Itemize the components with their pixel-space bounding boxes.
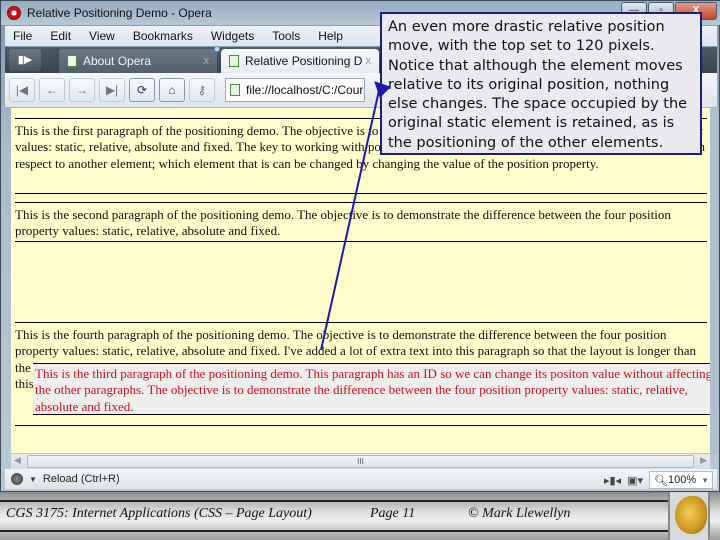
scroll-thumb[interactable]: III (27, 455, 694, 468)
opera-logo-icon (7, 6, 21, 20)
status-controls: ▸▮◂ ▣▾ 🔍︎ 100% ▼ (604, 471, 713, 489)
menu-file[interactable]: File (13, 29, 32, 43)
annotation-callout: An even more drastic relative position m… (380, 12, 702, 155)
menu-view[interactable]: View (89, 29, 115, 43)
reload-button[interactable]: ⟳ (129, 78, 155, 102)
pegasus-logo-icon (675, 496, 707, 534)
scroll-right-icon[interactable]: ▶ (700, 455, 707, 466)
page-content: This is the first paragraph of the posit… (11, 108, 710, 454)
vertical-scrollbar-edge[interactable] (710, 108, 718, 454)
footer-rule (0, 530, 668, 532)
address-bar[interactable]: file://localhost/C:/Courses/ (225, 78, 365, 102)
tab-label: Relative Positioning De... (245, 54, 362, 68)
menu-bookmarks[interactable]: Bookmarks (133, 29, 193, 43)
paragraph-third-relative: This is the third paragraph of the posit… (33, 363, 710, 415)
tab-close-icon[interactable]: x (366, 55, 372, 67)
course-title: CGS 3175: Internet Applications (CSS – P… (6, 506, 312, 521)
menu-widgets[interactable]: Widgets (211, 29, 254, 43)
tab-relative-positioning[interactable]: Relative Positioning De... x (221, 49, 379, 73)
status-bar: ▼ Reload (Ctrl+R) ▸▮◂ ▣▾ 🔍︎ 100% ▼ (5, 469, 717, 489)
page-icon (67, 55, 77, 67)
tab-indicator-dot (214, 46, 220, 52)
page-icon (229, 55, 239, 67)
back-button[interactable]: ← (39, 78, 65, 102)
magnifier-icon: 🔍︎ (654, 474, 668, 487)
window-title: Relative Positioning Demo - Opera (27, 6, 212, 20)
copyright: © Mark Llewellyn (468, 506, 571, 521)
forward-button[interactable]: → (69, 78, 95, 102)
footer-rule (0, 500, 668, 502)
home-button[interactable]: ⌂ (159, 78, 185, 102)
tab-about-opera[interactable]: About Opera x (59, 46, 220, 73)
menu-tools[interactable]: Tools (272, 29, 300, 43)
menu-help[interactable]: Help (318, 29, 343, 43)
security-key-icon[interactable]: ⚷ (189, 78, 215, 102)
slide-footer: CGS 3175: Internet Applications (CSS – P… (0, 492, 720, 540)
zoom-value: 100% (667, 474, 697, 486)
fast-forward-button[interactable]: ▶| (99, 78, 125, 102)
scroll-left-icon[interactable]: ◀ (14, 455, 21, 466)
paragraph-second: This is the second paragraph of the posi… (15, 202, 707, 242)
address-value: file://localhost/C:/Courses/ (246, 83, 364, 97)
tab-close-icon[interactable]: x (204, 55, 210, 67)
rewind-button[interactable]: |◀ (9, 78, 35, 102)
dropdown-icon[interactable]: ▼ (29, 475, 37, 484)
panel-toggle-button[interactable]: ▮▶ (9, 49, 41, 71)
image-toggle-icon[interactable]: ▣▾ (627, 474, 643, 487)
tab-label: About Opera (83, 54, 152, 68)
horizontal-scrollbar[interactable]: ◀ III ▶ (11, 453, 710, 469)
network-icon[interactable] (11, 473, 23, 485)
menu-edit[interactable]: Edit (50, 29, 71, 43)
turbo-icon[interactable]: ▸▮◂ (604, 474, 621, 487)
status-text: Reload (Ctrl+R) (42, 473, 120, 485)
page-number: Page 11 (370, 506, 416, 521)
page-icon (230, 84, 240, 96)
ucf-logo (668, 492, 710, 540)
zoom-select[interactable]: 🔍︎ 100% ▼ (649, 471, 713, 489)
chevron-down-icon: ▼ (701, 475, 709, 485)
